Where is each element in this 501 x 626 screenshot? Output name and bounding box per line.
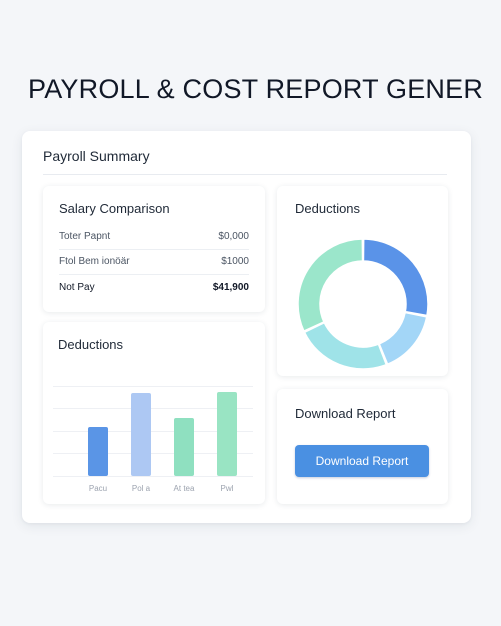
deductions-donut-chart bbox=[297, 238, 429, 370]
donut-slice bbox=[378, 311, 428, 366]
deductions-bar bbox=[131, 393, 151, 476]
summary-divider bbox=[43, 174, 447, 175]
salary-row-label: Toter Papnt bbox=[59, 230, 111, 242]
salary-row-label: Ftol Bem ionöär bbox=[59, 255, 130, 267]
bar-tick-label: Pacu bbox=[88, 484, 108, 493]
deductions-donut-panel: Deductions bbox=[277, 186, 448, 376]
download-report-button[interactable]: Download Report bbox=[295, 445, 429, 477]
salary-row-value: $1000 bbox=[221, 255, 249, 267]
bar-tick-label: Pwl bbox=[220, 484, 234, 493]
donut-slice bbox=[303, 321, 388, 370]
download-report-title: Download Report bbox=[295, 406, 396, 421]
salary-row-value: $41,900 bbox=[212, 281, 249, 293]
page-title: PAYROLL & COST REPORT GENER bbox=[28, 74, 484, 104]
deductions-bar-panel: Deductions Pacu Pol a At tea Pwl bbox=[43, 322, 265, 504]
payroll-summary-card: Payroll Summary Salary Comparison Toter … bbox=[22, 131, 471, 523]
bar-tick-label: Pol a bbox=[131, 484, 151, 493]
salary-comparison-panel: Salary Comparison Toter Papnt $0,000 Fto… bbox=[43, 186, 265, 312]
bar-gridline bbox=[53, 386, 253, 387]
payroll-summary-title: Payroll Summary bbox=[43, 148, 150, 164]
donut-slice bbox=[297, 238, 364, 333]
download-report-panel: Download Report Download Report bbox=[277, 389, 448, 504]
deductions-bar bbox=[174, 417, 194, 476]
deductions-bar-chart: Pacu Pol a At tea Pwl bbox=[43, 322, 265, 504]
salary-row: Ftol Bem ionöär $1000 bbox=[59, 248, 249, 275]
donut-slice bbox=[362, 238, 429, 317]
deductions-bar bbox=[217, 392, 237, 476]
salary-row-label: Not Pay bbox=[59, 281, 95, 293]
bar-tick-label: At tea bbox=[173, 484, 195, 493]
deductions-bar bbox=[88, 427, 108, 476]
salary-comparison-title: Salary Comparison bbox=[59, 201, 170, 216]
salary-row-net-pay: Not Pay $41,900 bbox=[59, 274, 249, 300]
salary-row: Toter Papnt $0,000 bbox=[59, 223, 249, 250]
salary-row-value: $0,000 bbox=[218, 230, 249, 242]
bar-gridline bbox=[53, 476, 253, 477]
